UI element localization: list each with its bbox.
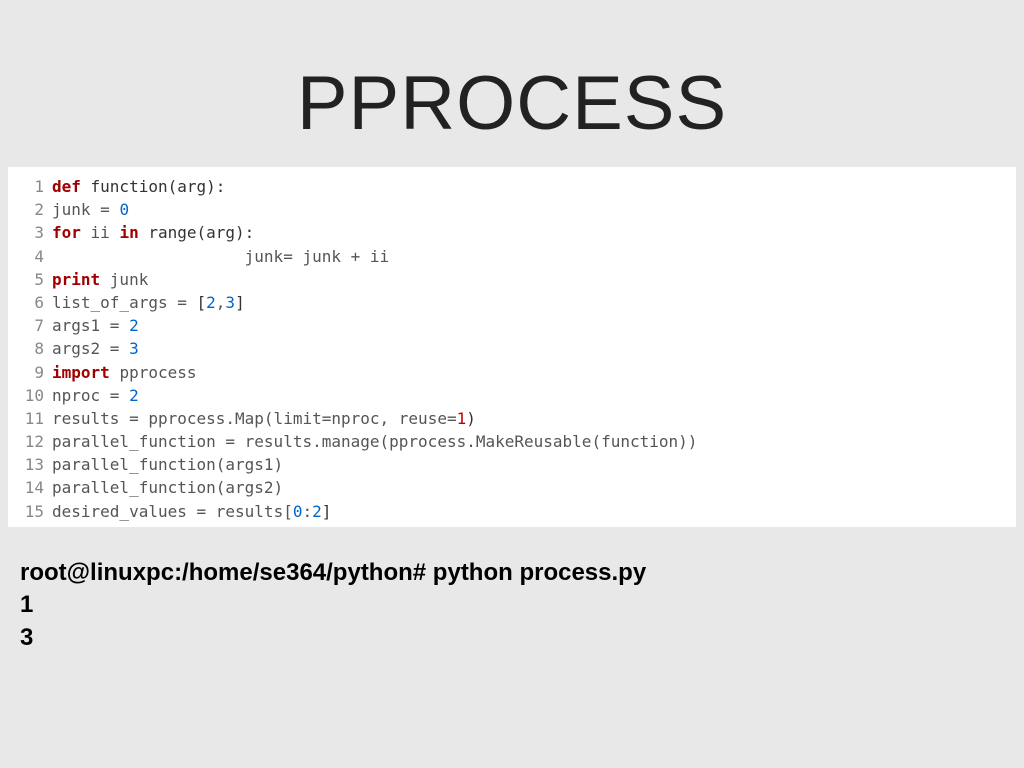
code-line: 13parallel_function(args1) — [8, 453, 1016, 476]
code-block: 1def function(arg):2junk = 03for ii in r… — [8, 167, 1016, 527]
line-number: 3 — [8, 221, 52, 244]
line-number: 7 — [8, 314, 52, 337]
code-line: 8args2 = 3 — [8, 337, 1016, 360]
line-number: 6 — [8, 291, 52, 314]
line-number: 5 — [8, 268, 52, 291]
code-content: junk= junk + ii — [52, 245, 1016, 268]
line-number: 11 — [8, 407, 52, 430]
code-line: 14parallel_function(args2) — [8, 476, 1016, 499]
line-number: 13 — [8, 453, 52, 476]
code-content: print junk — [52, 268, 1016, 291]
line-number: 10 — [8, 384, 52, 407]
line-number: 15 — [8, 500, 52, 523]
code-content: junk = 0 — [52, 198, 1016, 221]
terminal-output: root@linuxpc:/home/se364/python# python … — [0, 527, 1024, 654]
line-number: 9 — [8, 361, 52, 384]
code-content: import pprocess — [52, 361, 1016, 384]
code-content: parallel_function(args2) — [52, 476, 1016, 499]
code-content: args2 = 3 — [52, 337, 1016, 360]
code-content: parallel_function(args1) — [52, 453, 1016, 476]
code-content: args1 = 2 — [52, 314, 1016, 337]
code-line: 10nproc = 2 — [8, 384, 1016, 407]
code-line: 11results = pprocess.Map(limit=nproc, re… — [8, 407, 1016, 430]
code-line: 1def function(arg): — [8, 175, 1016, 198]
line-number: 2 — [8, 198, 52, 221]
code-line: 7args1 = 2 — [8, 314, 1016, 337]
code-content: list_of_args = [2,3] — [52, 291, 1016, 314]
line-number: 12 — [8, 430, 52, 453]
code-line: 4 junk= junk + ii — [8, 245, 1016, 268]
code-content: parallel_function = results.manage(pproc… — [52, 430, 1016, 453]
code-line: 15desired_values = results[0:2] — [8, 500, 1016, 523]
code-line: 12parallel_function = results.manage(ppr… — [8, 430, 1016, 453]
code-line: 9import pprocess — [8, 361, 1016, 384]
code-content: def function(arg): — [52, 175, 1016, 198]
code-line: 2junk = 0 — [8, 198, 1016, 221]
line-number: 4 — [8, 245, 52, 268]
line-number: 8 — [8, 337, 52, 360]
code-content: results = pprocess.Map(limit=nproc, reus… — [52, 407, 1016, 430]
code-content: desired_values = results[0:2] — [52, 500, 1016, 523]
line-number: 14 — [8, 476, 52, 499]
code-line: 3for ii in range(arg): — [8, 221, 1016, 244]
code-content: for ii in range(arg): — [52, 221, 1016, 244]
code-line: 5print junk — [8, 268, 1016, 291]
slide-title: PPROCESS — [0, 0, 1024, 157]
slide: PPROCESS 1def function(arg):2junk = 03fo… — [0, 0, 1024, 768]
code-line: 6list_of_args = [2,3] — [8, 291, 1016, 314]
line-number: 1 — [8, 175, 52, 198]
code-content: nproc = 2 — [52, 384, 1016, 407]
